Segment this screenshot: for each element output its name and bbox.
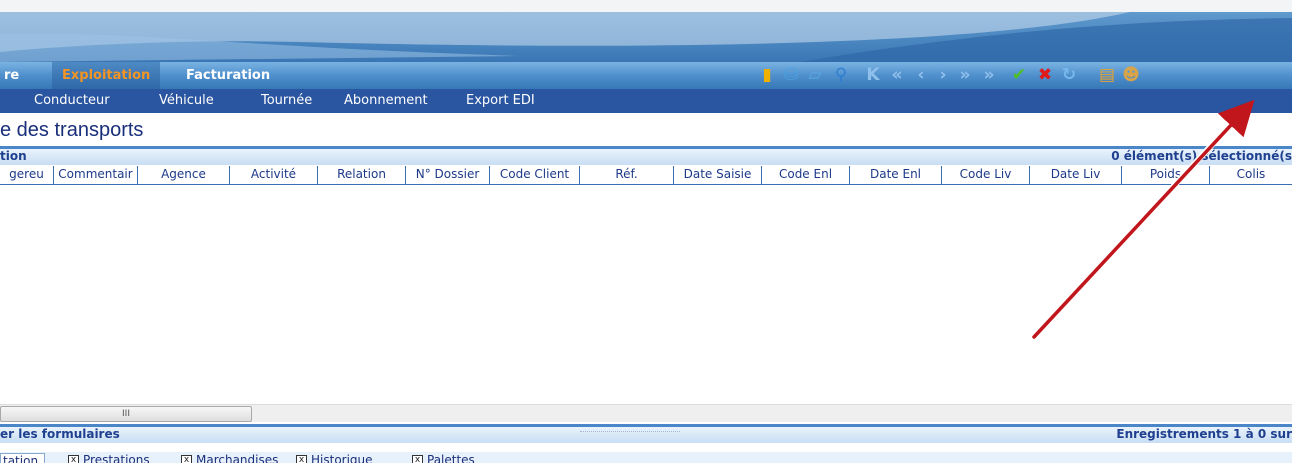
tab-label: Prestations: [83, 453, 150, 463]
previous-page-icon[interactable]: «: [886, 64, 908, 86]
column-header[interactable]: Date Liv: [1030, 166, 1122, 184]
forms-bar-title[interactable]: er les formulaires: [0, 427, 120, 441]
toolbar: ▮ ⛁ ▱ ⚲ K « ‹ › » » ✔ ✖ ↻ ▤ ☻: [752, 64, 1292, 88]
column-header[interactable]: Code Liv: [942, 166, 1030, 184]
refresh-icon[interactable]: ↻: [1058, 64, 1080, 86]
form-tab-historique[interactable]: x Historique: [296, 453, 373, 463]
column-header[interactable]: Réf.: [580, 166, 674, 184]
grid-header: gereu Commentair Agence Activité Relatio…: [0, 166, 1292, 185]
next-record-icon[interactable]: ›: [932, 64, 954, 86]
checkbox[interactable]: x: [68, 455, 79, 463]
sub-menu-bar: Conducteur Véhicule Tournée Abonnement E…: [0, 89, 1292, 113]
column-header[interactable]: N° Dossier: [406, 166, 490, 184]
selection-count: 0 élément(s) sélectionné(s: [1111, 149, 1292, 163]
horizontal-scrollbar[interactable]: III: [0, 404, 1292, 422]
page-title: e des transports: [0, 119, 144, 141]
cancel-icon[interactable]: ✖: [1034, 64, 1056, 86]
submenu-vehicule[interactable]: Véhicule: [159, 89, 214, 113]
tab-label: Historique: [311, 453, 373, 463]
tab-facturation[interactable]: Facturation: [176, 62, 280, 89]
door-icon[interactable]: ▮: [756, 64, 778, 86]
column-header[interactable]: Activité: [230, 166, 318, 184]
submenu-export-edi[interactable]: Export EDI: [466, 89, 535, 113]
grid-body[interactable]: [0, 185, 1292, 403]
tab-partial-left[interactable]: re: [0, 62, 29, 89]
app-header: [0, 12, 1292, 62]
users-icon[interactable]: ☻: [1120, 64, 1142, 86]
display-icon[interactable]: ▤: [1096, 64, 1118, 86]
app-window: re Exploitation Facturation ▮ ⛁ ▱ ⚲ K « …: [0, 12, 1292, 463]
submenu-conducteur[interactable]: Conducteur: [34, 89, 110, 113]
print-icon[interactable]: ▱: [804, 64, 826, 86]
column-header[interactable]: Code Client: [490, 166, 580, 184]
form-tab-marchandises[interactable]: x Marchandises: [181, 453, 278, 463]
column-header[interactable]: Relation: [318, 166, 406, 184]
column-header[interactable]: Poids: [1122, 166, 1210, 184]
tab-exploitation[interactable]: Exploitation: [52, 62, 161, 89]
records-count: Enregistrements 1 à 0 sur: [1116, 427, 1292, 441]
validate-icon[interactable]: ✔: [1008, 64, 1030, 86]
submenu-tournee[interactable]: Tournée: [261, 89, 312, 113]
trash-icon[interactable]: ⛁: [780, 64, 802, 86]
column-header[interactable]: Code Enl: [762, 166, 850, 184]
checkbox[interactable]: x: [296, 455, 307, 463]
next-page-icon[interactable]: »: [954, 64, 976, 86]
grid-title: tion: [0, 149, 27, 163]
tab-label: Marchandises: [196, 453, 279, 463]
grid-title-bar: tion 0 élément(s) sélectionné(s: [0, 146, 1292, 165]
checkbox[interactable]: x: [412, 455, 423, 463]
splitter-grip[interactable]: [580, 431, 680, 434]
first-record-icon[interactable]: K: [862, 64, 884, 86]
column-header[interactable]: Date Enl: [850, 166, 942, 184]
tab-label: Palettes: [427, 453, 475, 463]
header-swoosh: [0, 12, 1292, 62]
column-header[interactable]: Date Saisie: [674, 166, 762, 184]
form-tabs: tation x Prestations x Marchandises x Histo…: [0, 452, 1292, 463]
column-header[interactable]: Agence: [138, 166, 230, 184]
checkbox[interactable]: x: [181, 455, 192, 463]
scrollbar-thumb[interactable]: III: [0, 406, 252, 422]
submenu-abonnement[interactable]: Abonnement: [344, 89, 428, 113]
form-tab-exploitation[interactable]: tation: [0, 453, 46, 463]
search-icon[interactable]: ⚲: [830, 64, 852, 86]
column-header[interactable]: gereu: [0, 166, 54, 184]
last-record-icon[interactable]: »: [978, 64, 1000, 86]
form-tab-prestations[interactable]: x Prestations: [68, 453, 150, 463]
form-tab-palettes[interactable]: x Palettes: [412, 453, 475, 463]
forms-bar: er les formulaires Enregistrements 1 à 0…: [0, 424, 1292, 443]
column-header[interactable]: Colis: [1210, 166, 1292, 184]
previous-record-icon[interactable]: ‹: [910, 64, 932, 86]
column-header[interactable]: Commentair: [54, 166, 138, 184]
